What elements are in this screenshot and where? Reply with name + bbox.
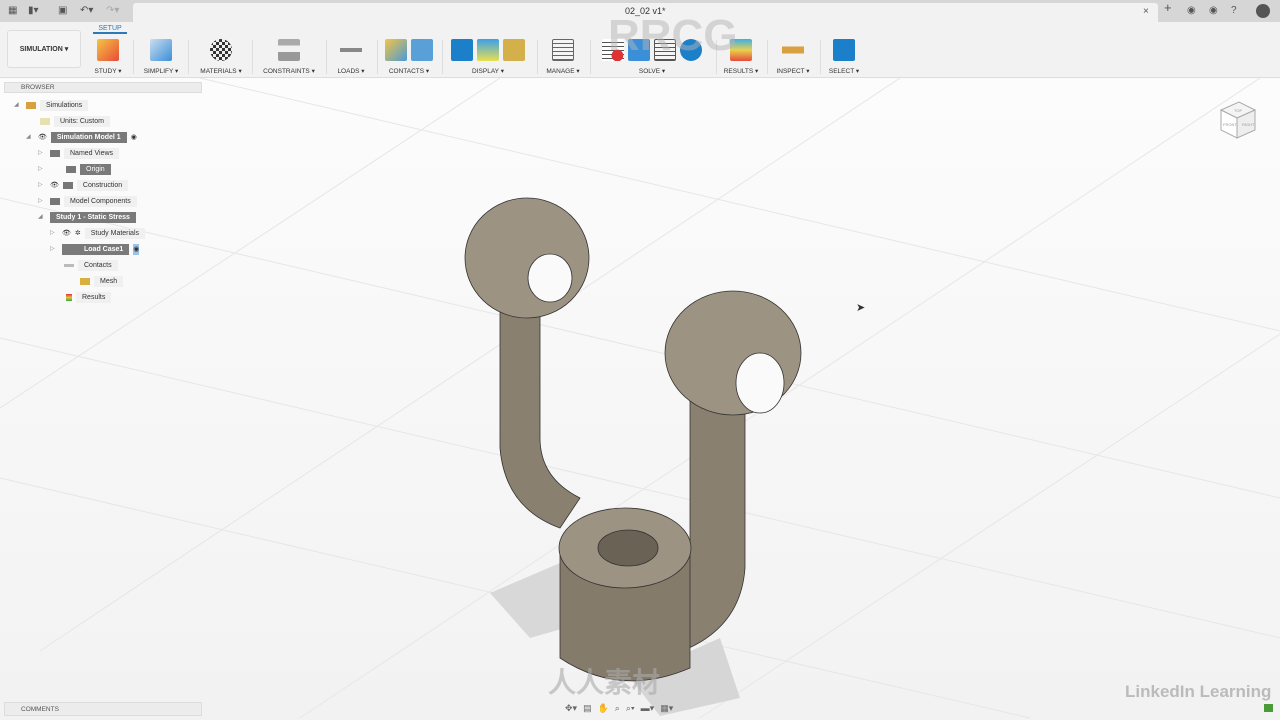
visibility-eye-icon[interactable]: 👁 <box>38 132 47 143</box>
manage-group[interactable]: MANAGE ▾ <box>543 39 583 75</box>
contacts-icon <box>385 39 407 61</box>
display-components-icon <box>503 39 525 61</box>
zoom-icon[interactable]: ⌕ <box>615 703 620 714</box>
viewcube[interactable]: TOP FRONT RIGHT <box>1215 98 1259 142</box>
tab-setup[interactable]: SETUP <box>93 25 127 34</box>
activate-radio-icon[interactable]: ◉ <box>133 244 140 255</box>
select-group[interactable]: SELECT ▾ <box>826 39 862 75</box>
workspace-switcher[interactable]: SIMULATION ▾ <box>7 30 81 68</box>
job-status-icon[interactable]: ◉ <box>1187 5 1196 17</box>
comments-title: COMMENTS <box>21 706 59 713</box>
display-group[interactable]: DISPLAY ▾ <box>446 39 530 75</box>
navigation-bar: ✥▾ ▤ ✋ ⌕ ⌕▾ ▬▾ ▦▾ <box>565 703 673 714</box>
status-icon <box>1264 704 1273 712</box>
notifications-icon[interactable]: ◉ <box>1209 5 1218 17</box>
close-tab-icon[interactable]: × <box>1143 6 1149 18</box>
avatar[interactable] <box>1256 4 1270 18</box>
simulations-icon <box>26 102 36 109</box>
contacts-icon <box>64 264 74 267</box>
constraints-group[interactable]: CONSTRAINTS ▾ <box>258 39 320 75</box>
tree-contacts[interactable]: Contacts <box>64 260 118 271</box>
watermark-bottom: 人人素材 <box>548 667 661 698</box>
materials-icon: ✲ <box>74 230 81 237</box>
canvas-grid <box>0 78 1280 719</box>
loads-group[interactable]: LOADS ▾ <box>332 39 370 75</box>
app-grid-icon[interactable]: ▦ <box>8 5 17 17</box>
tree-simulations[interactable]: ◢ Simulations <box>14 100 89 111</box>
results-icon <box>66 294 72 301</box>
viewcube-top[interactable]: TOP <box>1234 108 1242 113</box>
tree-model-components[interactable]: ▷ Model Components <box>38 196 137 207</box>
tree-mesh[interactable]: Mesh <box>80 276 124 287</box>
manage-icon <box>552 39 574 61</box>
look-at-icon[interactable]: ▤ <box>583 703 592 714</box>
3d-viewport[interactable]: ➤ <box>0 78 1280 720</box>
simplify-icon <box>150 39 172 61</box>
folder-icon <box>50 198 60 205</box>
display-lock-icon <box>477 39 499 61</box>
new-tab-icon[interactable]: + <box>1164 1 1172 14</box>
redo-icon[interactable]: ↷▾ <box>106 5 119 17</box>
folder-icon <box>50 150 60 157</box>
folder-icon <box>62 182 73 189</box>
inspect-group[interactable]: INSPECT ▾ <box>773 39 813 75</box>
materials-group[interactable]: MATERIALS ▾ <box>196 39 246 75</box>
tree-origin[interactable]: ▷ Origin <box>38 164 111 175</box>
pan-icon[interactable]: ✋ <box>598 703 609 714</box>
study-group[interactable]: STUDY ▾ <box>90 39 126 75</box>
viewcube-right[interactable]: RIGHT <box>1242 122 1255 127</box>
contacts-manager-icon <box>411 39 433 61</box>
display-settings-icon <box>451 39 473 61</box>
simplify-group[interactable]: SIMPLIFY ▾ <box>140 39 182 75</box>
select-icon <box>833 39 855 61</box>
file-menu-icon[interactable]: ▮▾ <box>28 5 39 17</box>
mouse-cursor: ➤ <box>856 302 866 314</box>
units-icon <box>40 118 50 125</box>
tree-study-materials[interactable]: ▷ 👁 ✲ Study Materials <box>50 228 146 239</box>
help-icon[interactable]: ? <box>1231 5 1237 17</box>
visibility-eye-icon[interactable]: 👁 <box>50 180 59 191</box>
browser-panel-header[interactable]: BROWSER <box>4 82 202 93</box>
tree-named-views[interactable]: ▷ Named Views <box>38 148 120 159</box>
loads-icon <box>340 39 362 61</box>
viewcube-front[interactable]: FRONT <box>1223 122 1237 127</box>
materials-icon <box>210 39 232 61</box>
display-mode-icon[interactable]: ▬▾ <box>641 703 655 714</box>
folder-icon <box>66 166 76 173</box>
part-model[interactable] <box>464 197 802 716</box>
contacts-group[interactable]: CONTACTS ▾ <box>383 39 435 75</box>
tree-units[interactable]: Units: Custom <box>40 116 110 127</box>
browser-title: BROWSER <box>21 84 55 91</box>
tree-simulation-model[interactable]: ◢ 👁 Simulation Model 1 ◉ <box>26 132 137 143</box>
watermark-rrcg: RRCG <box>608 11 738 60</box>
save-icon[interactable]: ▣ <box>58 5 67 17</box>
tree-construction[interactable]: ▷ 👁 Construction <box>38 180 129 191</box>
activate-radio-icon[interactable]: ◉ <box>131 132 137 143</box>
tree-load-case[interactable]: ▷ Load Case1 ◉ <box>50 244 140 255</box>
constraints-icon <box>278 39 300 61</box>
tree-results[interactable]: Results <box>66 292 112 303</box>
visibility-eye-icon[interactable]: 👁 <box>62 228 71 239</box>
mesh-icon <box>80 278 90 285</box>
comments-panel[interactable]: COMMENTS <box>4 702 202 716</box>
study-icon <box>97 39 119 61</box>
zoom-window-icon[interactable]: ⌕▾ <box>626 703 635 714</box>
measure-icon <box>782 39 804 61</box>
orbit-icon[interactable]: ✥▾ <box>565 703 577 714</box>
grid-icon[interactable]: ▦▾ <box>660 703 673 714</box>
undo-icon[interactable]: ↶▾ <box>80 5 93 17</box>
tree-study-1[interactable]: ◢ Study 1 - Static Stress <box>38 212 136 223</box>
linkedin-learning-logo: LinkedIn Learning <box>1125 682 1272 701</box>
